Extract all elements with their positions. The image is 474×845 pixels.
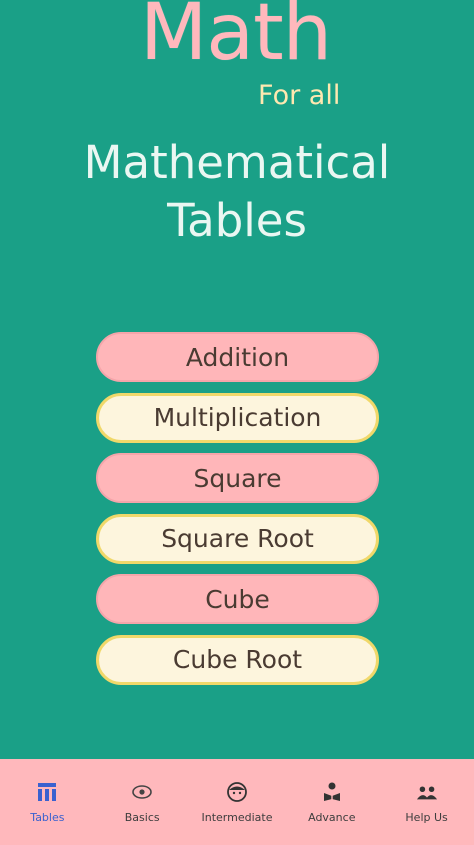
cube-root-button[interactable]: Cube Root	[96, 634, 379, 685]
people-icon	[416, 781, 438, 803]
nav-tab-advance[interactable]: Advance	[284, 759, 379, 845]
nav-tab-tables-label: Tables	[30, 810, 65, 824]
cube-button[interactable]: Cube	[96, 574, 379, 625]
nav-tab-advance-label: Advance	[308, 810, 356, 824]
logo-title: Math	[140, 0, 332, 78]
tables-menu: Addition Multiplication Square Square Ro…	[96, 332, 379, 696]
nav-tab-intermediate[interactable]: Intermediate	[190, 759, 285, 845]
page-title-line2: Tables	[167, 194, 307, 247]
addition-button[interactable]: Addition	[96, 332, 379, 382]
eye-icon	[131, 781, 153, 803]
logo-subtitle: For all	[258, 80, 341, 111]
nav-tab-basics-label: Basics	[124, 810, 160, 824]
app-logo: Math For all	[0, 0, 474, 120]
square-button[interactable]: Square	[96, 453, 379, 504]
page-title: Mathematical Tables	[0, 134, 474, 250]
reader-icon	[321, 781, 343, 803]
face-icon	[226, 781, 248, 803]
nav-tab-help-us-label: Help Us	[405, 810, 448, 824]
bottom-navigation: Tables Basics Intermediate Advance Help …	[0, 759, 474, 845]
nav-tab-intermediate-label: Intermediate	[201, 810, 273, 824]
table-icon	[36, 781, 58, 803]
nav-tab-basics[interactable]: Basics	[95, 759, 190, 845]
multiplication-button[interactable]: Multiplication	[96, 392, 379, 443]
page-title-line1: Mathematical	[83, 136, 391, 189]
nav-tab-help-us[interactable]: Help Us	[379, 759, 474, 845]
square-root-button[interactable]: Square Root	[96, 513, 379, 564]
nav-tab-tables[interactable]: Tables	[0, 759, 95, 845]
